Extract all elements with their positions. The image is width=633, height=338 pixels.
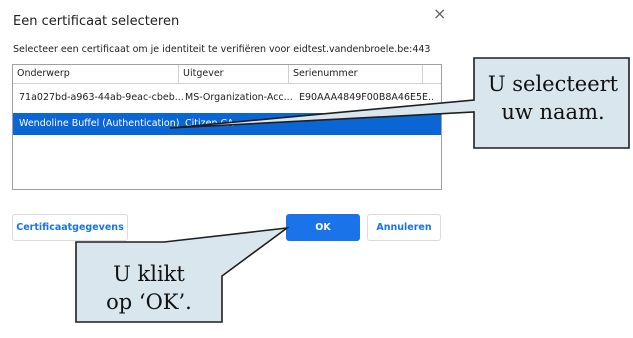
column-header-serial[interactable]: Serienummer	[289, 65, 423, 83]
certificate-table: Onderwerp Uitgever Serienummer 71a027bd-…	[12, 64, 442, 190]
cell-issuer: Citizen CA	[185, 118, 234, 129]
cell-serial	[293, 113, 433, 135]
cell-subject: 71a027bd-a963-44ab-9eac-cbeb...	[19, 92, 183, 103]
table-header: Onderwerp Uitgever Serienummer	[13, 65, 441, 84]
table-row[interactable]: 71a027bd-a963-44ab-9eac-cbeb... MS-Organ…	[13, 87, 441, 109]
ok-button[interactable]: OK	[286, 214, 360, 241]
column-header-subject[interactable]: Onderwerp	[13, 65, 179, 83]
callout-select-line1: U selecteert	[487, 72, 619, 96]
cell-subject: Wendoline Buffel (Authentication)	[19, 118, 180, 129]
cell-serial: E90AAA4849F00B8A46E5E...	[299, 92, 433, 103]
table-row-selected[interactable]: Wendoline Buffel (Authentication) Citize…	[13, 113, 441, 135]
callout-ok-text: U klikt op ‘OK’.	[78, 260, 220, 316]
certificate-details-button[interactable]: Certificaatgegevens	[12, 214, 128, 241]
callout-select-line2: uw naam.	[501, 100, 605, 124]
cancel-button[interactable]: Annuleren	[367, 214, 441, 241]
callout-ok-line2: op ‘OK’.	[106, 290, 192, 314]
dialog-title: Een certificaat selecteren	[13, 14, 180, 29]
dialog-subtitle: Selecteer een certificaat om je identite…	[13, 44, 431, 55]
column-header-issuer[interactable]: Uitgever	[179, 65, 289, 83]
cell-issuer: MS-Organization-Acc...	[185, 92, 293, 103]
callout-select-text: U selecteert uw naam.	[478, 70, 628, 126]
close-icon[interactable]: ×	[433, 6, 446, 22]
callout-ok-line1: U klikt	[113, 262, 185, 286]
